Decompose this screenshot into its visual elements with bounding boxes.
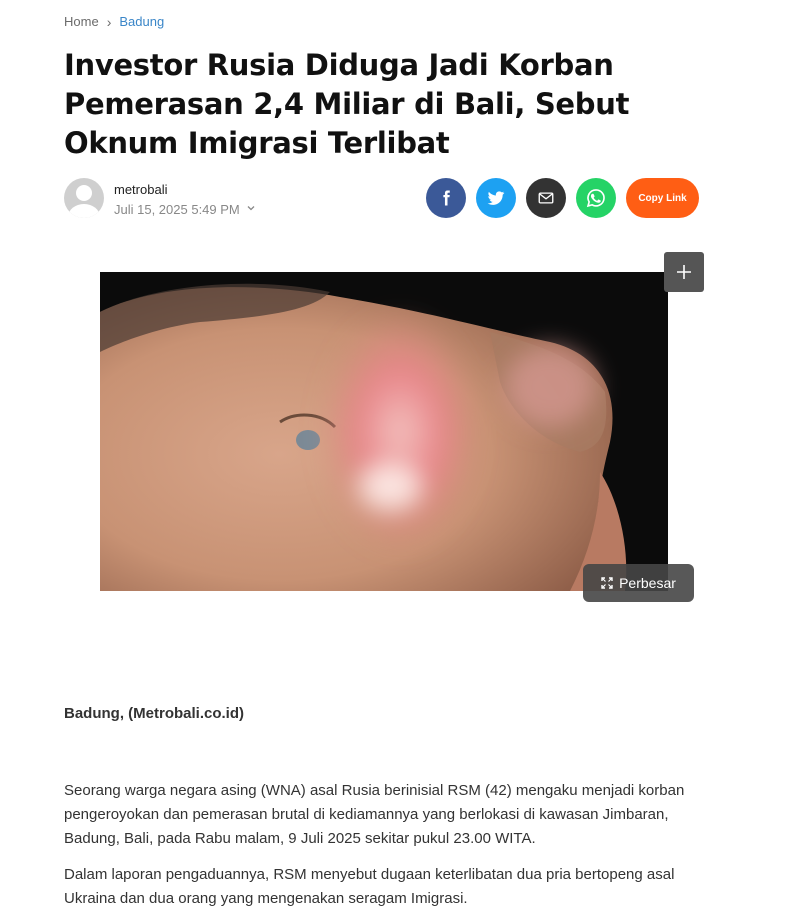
avatar-head-shape (76, 185, 92, 201)
article-photo-graphic (100, 272, 668, 591)
breadcrumb-category-link[interactable]: Badung (119, 14, 164, 29)
enlarge-image-button[interactable]: Perbesar (583, 564, 694, 602)
share-whatsapp-button[interactable] (576, 178, 616, 218)
avatar-body-shape (68, 204, 100, 218)
share-twitter-button[interactable] (476, 178, 516, 218)
share-facebook-button[interactable] (426, 178, 466, 218)
author-avatar[interactable] (64, 178, 104, 218)
article-paragraph: Seorang warga negara asing (WNA) asal Ru… (64, 782, 685, 847)
post-date[interactable]: Juli 15, 2025 5:49 PM (114, 202, 256, 217)
chevron-down-icon (246, 203, 256, 216)
article-dateline: Badung, (Metrobali.co.id) (64, 705, 244, 722)
mail-icon (538, 192, 554, 204)
copy-link-button[interactable]: Copy Link (626, 178, 699, 218)
facebook-icon (443, 190, 450, 206)
breadcrumb-separator-icon: › (106, 13, 112, 30)
article-image[interactable] (100, 272, 668, 591)
expand-icon (601, 577, 613, 589)
breadcrumb: Home › Badung (64, 14, 164, 29)
whatsapp-icon (586, 189, 605, 208)
article-title: Investor Rusia Diduga Jadi Korban Pemera… (64, 48, 630, 160)
twitter-icon (487, 191, 505, 205)
author-name[interactable]: metrobali (114, 182, 167, 197)
share-email-button[interactable] (526, 178, 566, 218)
article-paragraph: Dalam laporan pengaduannya, RSM menyebut… (64, 866, 675, 907)
post-date-text: Juli 15, 2025 5:49 PM (114, 202, 240, 217)
breadcrumb-home-link[interactable]: Home (64, 14, 99, 29)
enlarge-label: Perbesar (619, 575, 676, 591)
share-buttons: Copy Link (426, 178, 699, 218)
plus-icon (677, 265, 691, 279)
add-to-collection-button[interactable] (664, 252, 704, 292)
